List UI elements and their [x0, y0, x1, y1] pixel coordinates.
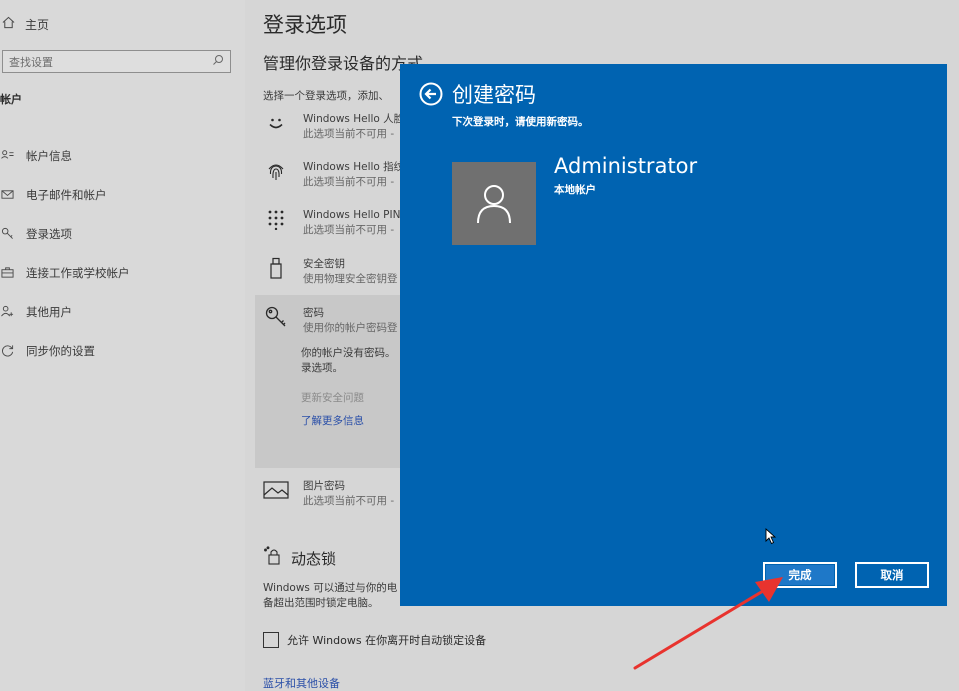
account-name: Administrator	[554, 154, 698, 178]
home-icon	[2, 16, 15, 32]
usb-key-icon	[263, 257, 289, 287]
sidebar-item-other-users[interactable]: 其他用户	[0, 292, 130, 331]
sidebar-item-work-school[interactable]: 连接工作或学校帐户	[0, 253, 130, 292]
page-description: 选择一个登录选项，添加、	[263, 90, 389, 102]
sidebar-item-label: 其他用户	[26, 304, 72, 319]
option-name: 图片密码	[303, 480, 345, 492]
settings-sidebar: 主页 查找设置 帐户 帐户信息 电子邮件和帐户 登录选项 连接工作或学校帐户 其…	[0, 0, 245, 691]
option-status: 此选项当前不可用 -	[303, 495, 395, 507]
search-placeholder: 查找设置	[9, 55, 53, 69]
dynamic-lock-icon	[263, 546, 283, 570]
password-note-line: 录选项。	[301, 362, 343, 374]
sidebar-item-label: 同步你的设置	[26, 343, 95, 358]
person-add-icon	[0, 305, 14, 319]
home-link[interactable]: 主页	[2, 15, 49, 33]
home-label: 主页	[25, 17, 50, 32]
cancel-button[interactable]: 取消	[855, 562, 929, 588]
back-arrow-icon[interactable]	[419, 82, 443, 106]
sidebar-item-label: 电子邮件和帐户	[26, 187, 107, 202]
learn-more-link[interactable]: 了解更多信息	[301, 413, 364, 428]
sidebar-item-label: 登录选项	[26, 226, 72, 241]
finish-button[interactable]: 完成	[763, 562, 837, 588]
option-name: Windows Hello 人脸	[303, 113, 405, 125]
option-name: 安全密钥	[303, 258, 345, 270]
sidebar-item-email[interactable]: 电子邮件和帐户	[0, 175, 130, 214]
pin-keypad-icon	[263, 208, 289, 238]
mail-icon	[0, 188, 14, 202]
sidebar-item-label: 连接工作或学校帐户	[26, 265, 130, 280]
fingerprint-icon	[263, 160, 289, 190]
page-subtitle: 管理你登录设备的方式	[263, 54, 424, 73]
sidebar-item-label: 帐户信息	[26, 148, 72, 163]
option-name: Windows Hello 指纹	[303, 161, 405, 173]
settings-search-input[interactable]: 查找设置	[2, 50, 231, 73]
change-security-questions-link[interactable]: 更新安全问题	[301, 390, 364, 405]
dynamic-lock-checkbox-label: 允许 Windows 在你离开时自动锁定设备	[287, 634, 487, 647]
account-info-icon	[0, 149, 14, 163]
dynamic-lock-title: 动态锁	[291, 549, 337, 568]
option-status: 使用你的帐户密码登	[303, 322, 398, 334]
option-status: 此选项当前不可用 -	[303, 128, 395, 140]
dynamic-lock-heading: 动态锁	[263, 546, 336, 570]
sidebar-item-signin-options[interactable]: 登录选项	[0, 214, 130, 253]
sidebar-item-account-info[interactable]: 帐户信息	[0, 136, 130, 175]
page-title: 登录选项	[263, 13, 347, 37]
option-status: 此选项当前不可用 -	[303, 176, 395, 188]
option-name: Windows Hello PIN	[303, 209, 401, 221]
dynamic-lock-desc-line: 备超出范围时锁定电脑。	[263, 597, 379, 609]
dynamic-lock-desc-line: Windows 可以通过与你的电	[263, 582, 398, 594]
sidebar-item-sync[interactable]: 同步你的设置	[0, 331, 130, 370]
create-password-dialog: 创建密码 下次登录时，请使用新密码。 Administrator 本地帐户 完成…	[400, 64, 947, 606]
face-icon	[263, 112, 289, 142]
avatar	[452, 162, 536, 245]
option-status: 此选项当前不可用 -	[303, 224, 395, 236]
search-icon	[212, 54, 224, 69]
sidebar-nav: 帐户信息 电子邮件和帐户 登录选项 连接工作或学校帐户 其他用户 同步你的设置	[0, 136, 130, 370]
option-name: 密码	[303, 307, 324, 319]
picture-icon	[263, 479, 289, 509]
sidebar-section-title: 帐户	[0, 93, 22, 106]
sync-icon	[0, 344, 14, 358]
dynamic-lock-checkbox[interactable]	[263, 632, 279, 648]
dynamic-lock-checkbox-row[interactable]: 允许 Windows 在你离开时自动锁定设备	[263, 632, 486, 648]
password-note: 你的帐户没有密码。 录选项。	[301, 346, 396, 376]
account-type: 本地帐户	[554, 184, 596, 196]
dialog-title: 创建密码	[452, 83, 536, 107]
password-note-line: 你的帐户没有密码。	[301, 347, 396, 359]
user-icon	[477, 184, 511, 223]
mouse-cursor-icon	[765, 528, 777, 545]
key-icon	[0, 227, 14, 241]
dialog-subtitle: 下次登录时，请使用新密码。	[452, 116, 589, 128]
bluetooth-devices-link[interactable]: 蓝牙和其他设备	[263, 675, 340, 691]
option-status: 使用物理安全密钥登	[303, 273, 398, 285]
password-key-icon	[263, 306, 289, 336]
briefcase-icon	[0, 266, 14, 280]
dynamic-lock-description: Windows 可以通过与你的电 备超出范围时锁定电脑。	[263, 581, 397, 611]
